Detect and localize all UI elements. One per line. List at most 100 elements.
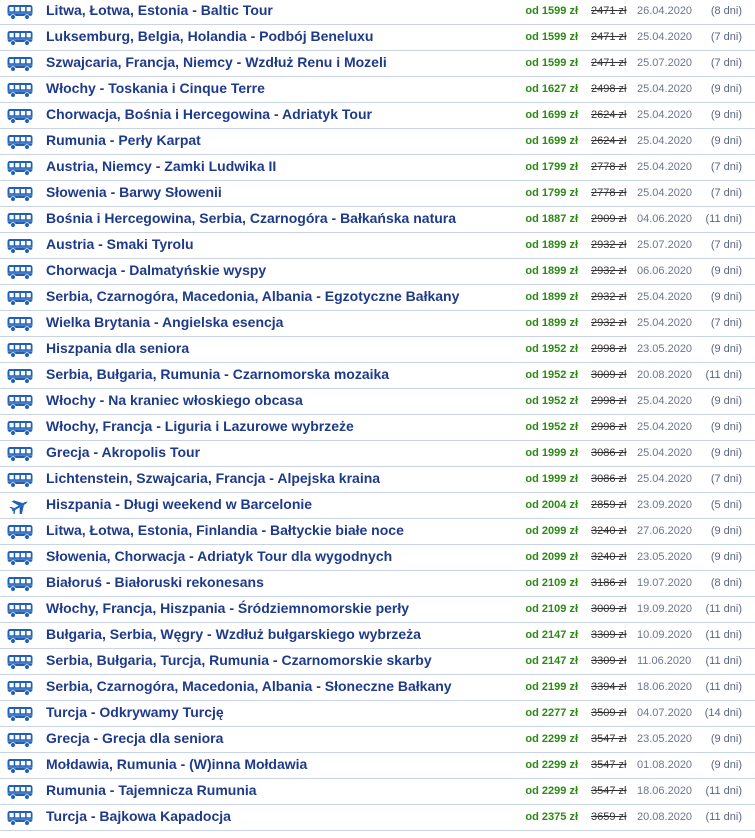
tour-row[interactable]: Lichtenstein, Szwajcaria, Francja - Alpe… xyxy=(0,467,755,493)
tour-price: od 1699 zł xyxy=(525,135,578,147)
tour-old-price: 2932 zł xyxy=(591,291,627,303)
tour-duration: (9 dni) xyxy=(710,83,742,95)
tour-row[interactable]: Serbia, Czarnogóra, Macedonia, Albania -… xyxy=(0,675,755,701)
tour-row[interactable]: Serbia, Bułgaria, Rumunia - Czarnomorska… xyxy=(0,363,755,389)
tour-title[interactable]: Szwajcaria, Francja, Niemcy - Wzdłuż Ren… xyxy=(46,54,387,70)
tour-row[interactable]: Serbia, Czarnogóra, Macedonia, Albania -… xyxy=(0,285,755,311)
tour-price: od 1952 zł xyxy=(525,369,578,381)
bus-icon xyxy=(7,56,33,72)
tour-duration: (9 dni) xyxy=(710,447,742,459)
tour-row[interactable]: Mołdawia, Rumunia - (W)inna Mołdawia od … xyxy=(0,753,755,779)
tour-title[interactable]: Lichtenstein, Szwajcaria, Francja - Alpe… xyxy=(46,470,380,486)
tour-row[interactable]: Hiszpania - Długi weekend w Barcelonie o… xyxy=(0,493,755,519)
tour-title[interactable]: Rumunia - Perły Karpat xyxy=(46,132,201,148)
tour-title[interactable]: Serbia, Czarnogóra, Macedonia, Albania -… xyxy=(46,678,452,694)
tour-title[interactable]: Bułgaria, Serbia, Węgry - Wzdłuż bułgars… xyxy=(46,626,421,642)
tour-old-price: 2624 zł xyxy=(591,109,627,121)
tour-row[interactable]: Białoruś - Białoruski rekonesans od 2109… xyxy=(0,571,755,597)
tour-title[interactable]: Słowenia - Barwy Słowenii xyxy=(46,184,222,200)
bus-icon xyxy=(7,524,33,540)
tour-row[interactable]: Turcja - Bajkowa Kapadocja od 2375 zł 36… xyxy=(0,805,755,831)
tour-title[interactable]: Włochy, Francja - Liguria i Lazurowe wyb… xyxy=(46,418,354,434)
tour-title[interactable]: Austria - Smaki Tyrolu xyxy=(46,236,194,252)
tour-duration: (5 dni) xyxy=(710,499,742,511)
tour-row[interactable]: Włochy, Francja - Liguria i Lazurowe wyb… xyxy=(0,415,755,441)
tour-old-price: 3547 zł xyxy=(591,759,627,771)
tour-old-price: 2932 zł xyxy=(591,317,627,329)
tour-row[interactable]: Hiszpania dla seniora od 1952 zł 2998 zł… xyxy=(0,337,755,363)
tour-date: 25.04.2020 xyxy=(637,473,693,485)
tour-title[interactable]: Słowenia, Chorwacja - Adriatyk Tour dla … xyxy=(46,548,392,564)
tour-date: 25.04.2020 xyxy=(637,291,693,303)
tour-old-price: 2471 zł xyxy=(591,5,627,17)
tour-title[interactable]: Luksemburg, Belgia, Holandia - Podbój Be… xyxy=(46,28,373,44)
tour-title[interactable]: Austria, Niemcy - Zamki Ludwika II xyxy=(46,158,276,174)
tour-duration: (7 dni) xyxy=(710,473,742,485)
bus-icon xyxy=(7,628,33,644)
tour-title[interactable]: Bośnia i Hercegowina, Serbia, Czarnogóra… xyxy=(46,210,456,226)
tour-duration: (9 dni) xyxy=(710,421,742,433)
tour-title[interactable]: Chorwacja, Bośnia i Hercegowina - Adriat… xyxy=(46,106,372,122)
tour-title[interactable]: Litwa, Łotwa, Estonia, Finlandia - Bałty… xyxy=(46,522,404,538)
bus-icon xyxy=(7,316,33,332)
tour-duration: (9 dni) xyxy=(710,525,742,537)
tour-price: od 1952 zł xyxy=(525,421,578,433)
bus-icon xyxy=(7,680,33,696)
tour-title[interactable]: Turcja - Odkrywamy Turcję xyxy=(46,704,224,720)
tour-title[interactable]: Rumunia - Tajemnicza Rumunia xyxy=(46,782,257,798)
tour-row[interactable]: Rumunia - Tajemnicza Rumunia od 2299 zł … xyxy=(0,779,755,805)
tour-title[interactable]: Włochy - Na kraniec włoskiego obcasa xyxy=(46,392,303,408)
tour-title[interactable]: Serbia, Bułgaria, Turcja, Rumunia - Czar… xyxy=(46,652,432,668)
tour-row[interactable]: Bośnia i Hercegowina, Serbia, Czarnogóra… xyxy=(0,207,755,233)
tour-row[interactable]: Bułgaria, Serbia, Węgry - Wzdłuż bułgars… xyxy=(0,623,755,649)
tour-duration: (9 dni) xyxy=(710,109,742,121)
tour-date: 23.05.2020 xyxy=(637,551,693,563)
tour-row[interactable]: Litwa, Łotwa, Estonia, Finlandia - Bałty… xyxy=(0,519,755,545)
tour-old-price: 3394 zł xyxy=(591,681,627,693)
tour-title[interactable]: Litwa, Łotwa, Estonia - Baltic Tour xyxy=(46,2,273,18)
tour-title[interactable]: Grecja - Akropolis Tour xyxy=(46,444,200,460)
tour-old-price: 2998 zł xyxy=(591,395,627,407)
tour-row[interactable]: Chorwacja - Dalmatyńskie wyspy od 1899 z… xyxy=(0,259,755,285)
tour-price: od 2147 zł xyxy=(525,629,578,641)
tour-row[interactable]: Serbia, Bułgaria, Turcja, Rumunia - Czar… xyxy=(0,649,755,675)
tour-row[interactable]: Włochy - Toskania i Cinque Terre od 1627… xyxy=(0,77,755,103)
tour-row[interactable]: Turcja - Odkrywamy Turcję od 2277 zł 350… xyxy=(0,701,755,727)
tour-row[interactable]: Wielka Brytania - Angielska esencja od 1… xyxy=(0,311,755,337)
tour-old-price: 3240 zł xyxy=(591,525,627,537)
tour-title[interactable]: Grecja - Grecja dla seniora xyxy=(46,730,223,746)
tour-row[interactable]: Austria, Niemcy - Zamki Ludwika II od 17… xyxy=(0,155,755,181)
tour-row[interactable]: Grecja - Grecja dla seniora od 2299 zł 3… xyxy=(0,727,755,753)
tour-title[interactable]: Wielka Brytania - Angielska esencja xyxy=(46,314,283,330)
tour-date: 11.06.2020 xyxy=(637,655,692,667)
tour-duration: (14 dni) xyxy=(704,707,742,719)
tour-price: od 1952 zł xyxy=(525,395,578,407)
bus-icon xyxy=(7,732,33,748)
tour-row[interactable]: Chorwacja, Bośnia i Hercegowina - Adriat… xyxy=(0,103,755,129)
tour-date: 25.04.2020 xyxy=(637,109,693,121)
tour-row[interactable]: Szwajcaria, Francja, Niemcy - Wzdłuż Ren… xyxy=(0,51,755,77)
tour-title[interactable]: Turcja - Bajkowa Kapadocja xyxy=(46,808,231,824)
tour-title[interactable]: Białoruś - Białoruski rekonesans xyxy=(46,574,264,590)
tour-row[interactable]: Luksemburg, Belgia, Holandia - Podbój Be… xyxy=(0,25,755,51)
tour-title[interactable]: Serbia, Czarnogóra, Macedonia, Albania -… xyxy=(46,288,459,304)
tour-row[interactable]: Litwa, Łotwa, Estonia - Baltic Tour od 1… xyxy=(0,0,755,25)
tour-title[interactable]: Włochy - Toskania i Cinque Terre xyxy=(46,80,265,96)
tour-title[interactable]: Chorwacja - Dalmatyńskie wyspy xyxy=(46,262,266,278)
tour-row[interactable]: Austria - Smaki Tyrolu od 1899 zł 2932 z… xyxy=(0,233,755,259)
tour-price: od 1899 zł xyxy=(525,239,578,251)
tour-row[interactable]: Grecja - Akropolis Tour od 1999 zł 3086 … xyxy=(0,441,755,467)
tour-row[interactable]: Słowenia - Barwy Słowenii od 1799 zł 277… xyxy=(0,181,755,207)
bus-icon xyxy=(7,810,33,826)
tour-date: 25.04.2020 xyxy=(637,421,693,433)
tour-row[interactable]: Włochy, Francja, Hiszpania - Śródziemnom… xyxy=(0,597,755,623)
tour-row[interactable]: Włochy - Na kraniec włoskiego obcasa od … xyxy=(0,389,755,415)
bus-icon xyxy=(7,472,33,488)
tour-title[interactable]: Hiszpania dla seniora xyxy=(46,340,189,356)
tour-row[interactable]: Słowenia, Chorwacja - Adriatyk Tour dla … xyxy=(0,545,755,571)
tour-title[interactable]: Mołdawia, Rumunia - (W)inna Mołdawia xyxy=(46,756,307,772)
tour-row[interactable]: Rumunia - Perły Karpat od 1699 zł 2624 z… xyxy=(0,129,755,155)
tour-title[interactable]: Włochy, Francja, Hiszpania - Śródziemnom… xyxy=(46,600,409,616)
tour-title[interactable]: Hiszpania - Długi weekend w Barcelonie xyxy=(46,496,312,512)
tour-title[interactable]: Serbia, Bułgaria, Rumunia - Czarnomorska… xyxy=(46,366,389,382)
